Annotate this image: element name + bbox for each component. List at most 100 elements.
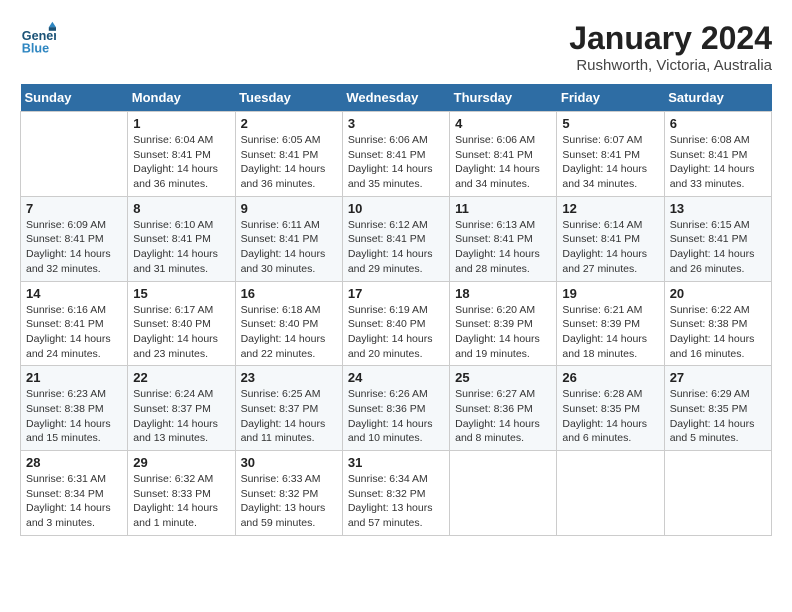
day-number: 12: [562, 201, 658, 216]
week-row-1: 1 Sunrise: 6:04 AM Sunset: 8:41 PM Daylig…: [21, 112, 772, 197]
day-number: 25: [455, 370, 551, 385]
day-cell: [450, 451, 557, 536]
day-number: 23: [241, 370, 337, 385]
day-number: 7: [26, 201, 122, 216]
day-number: 18: [455, 286, 551, 301]
day-info: Sunrise: 6:18 AM Sunset: 8:40 PM Dayligh…: [241, 303, 337, 362]
day-number: 22: [133, 370, 229, 385]
page-header: General Blue January 2024 Rushworth, Vic…: [20, 20, 772, 74]
day-info: Sunrise: 6:06 AM Sunset: 8:41 PM Dayligh…: [455, 133, 551, 192]
day-info: Sunrise: 6:16 AM Sunset: 8:41 PM Dayligh…: [26, 303, 122, 362]
day-info: Sunrise: 6:22 AM Sunset: 8:38 PM Dayligh…: [670, 303, 766, 362]
calendar-table: SundayMondayTuesdayWednesdayThursdayFrid…: [20, 84, 772, 536]
day-cell: 31Sunrise: 6:34 AM Sunset: 8:32 PM Dayli…: [342, 451, 449, 536]
day-info: Sunrise: 6:34 AM Sunset: 8:32 PM Dayligh…: [348, 472, 444, 531]
day-number: 4: [455, 116, 551, 131]
day-number: 1: [133, 116, 229, 131]
logo-icon: General Blue: [20, 20, 56, 56]
day-info: Sunrise: 6:28 AM Sunset: 8:35 PM Dayligh…: [562, 387, 658, 446]
day-info: Sunrise: 6:33 AM Sunset: 8:32 PM Dayligh…: [241, 472, 337, 531]
day-number: 10: [348, 201, 444, 216]
day-info: Sunrise: 6:21 AM Sunset: 8:39 PM Dayligh…: [562, 303, 658, 362]
day-cell: 21Sunrise: 6:23 AM Sunset: 8:38 PM Dayli…: [21, 366, 128, 451]
day-info: Sunrise: 6:14 AM Sunset: 8:41 PM Dayligh…: [562, 218, 658, 277]
day-cell: 27Sunrise: 6:29 AM Sunset: 8:35 PM Dayli…: [664, 366, 771, 451]
day-info: Sunrise: 6:09 AM Sunset: 8:41 PM Dayligh…: [26, 218, 122, 277]
weekday-header-wednesday: Wednesday: [342, 84, 449, 112]
day-cell: [557, 451, 664, 536]
title-block: January 2024 Rushworth, Victoria, Austra…: [569, 20, 772, 74]
day-number: 16: [241, 286, 337, 301]
day-number: 13: [670, 201, 766, 216]
day-info: Sunrise: 6:11 AM Sunset: 8:41 PM Dayligh…: [241, 218, 337, 277]
day-info: Sunrise: 6:10 AM Sunset: 8:41 PM Dayligh…: [133, 218, 229, 277]
day-info: Sunrise: 6:04 AM Sunset: 8:41 PM Dayligh…: [133, 133, 229, 192]
day-number: 19: [562, 286, 658, 301]
day-number: 15: [133, 286, 229, 301]
day-number: 28: [26, 455, 122, 470]
day-number: 5: [562, 116, 658, 131]
day-cell: 25Sunrise: 6:27 AM Sunset: 8:36 PM Dayli…: [450, 366, 557, 451]
week-row-5: 28 Sunrise: 6:31 AM Sunset: 8:34 PM Dayli…: [21, 451, 772, 536]
day-info: Sunrise: 6:32 AM Sunset: 8:33 PM Dayligh…: [133, 472, 229, 531]
subtitle: Rushworth, Victoria, Australia: [569, 57, 772, 74]
week-row-3: 14 Sunrise: 6:16 AM Sunset: 8:41 PM Dayli…: [21, 281, 772, 366]
day-number: 9: [241, 201, 337, 216]
day-number: 20: [670, 286, 766, 301]
day-info: Sunrise: 6:20 AM Sunset: 8:39 PM Dayligh…: [455, 303, 551, 362]
day-cell: 19 Sunrise: 6:21 AM Sunset: 8:39 PM Dayli…: [557, 281, 664, 366]
day-cell: 6Sunrise: 6:08 AM Sunset: 8:41 PM Daylig…: [664, 112, 771, 197]
day-info: Sunrise: 6:19 AM Sunset: 8:40 PM Dayligh…: [348, 303, 444, 362]
day-cell: 16 Sunrise: 6:18 AM Sunset: 8:40 PM Dayli…: [235, 281, 342, 366]
day-info: Sunrise: 6:12 AM Sunset: 8:41 PM Dayligh…: [348, 218, 444, 277]
day-info: Sunrise: 6:24 AM Sunset: 8:37 PM Dayligh…: [133, 387, 229, 446]
day-cell: 28 Sunrise: 6:31 AM Sunset: 8:34 PM Dayli…: [21, 451, 128, 536]
day-number: 21: [26, 370, 122, 385]
day-number: 3: [348, 116, 444, 131]
weekday-header-thursday: Thursday: [450, 84, 557, 112]
day-number: 14: [26, 286, 122, 301]
day-number: 6: [670, 116, 766, 131]
day-info: Sunrise: 6:29 AM Sunset: 8:35 PM Dayligh…: [670, 387, 766, 446]
weekday-header-saturday: Saturday: [664, 84, 771, 112]
day-cell: 20 Sunrise: 6:22 AM Sunset: 8:38 PM Dayli…: [664, 281, 771, 366]
day-number: 2: [241, 116, 337, 131]
day-cell: 5 Sunrise: 6:07 AM Sunset: 8:41 PM Daylig…: [557, 112, 664, 197]
day-cell: 9 Sunrise: 6:11 AM Sunset: 8:41 PM Daylig…: [235, 196, 342, 281]
day-cell: [664, 451, 771, 536]
day-cell: 10 Sunrise: 6:12 AM Sunset: 8:41 PM Dayli…: [342, 196, 449, 281]
day-cell: 18 Sunrise: 6:20 AM Sunset: 8:39 PM Dayli…: [450, 281, 557, 366]
weekday-header-row: SundayMondayTuesdayWednesdayThursdayFrid…: [21, 84, 772, 112]
day-info: Sunrise: 6:15 AM Sunset: 8:41 PM Dayligh…: [670, 218, 766, 277]
day-cell: 24Sunrise: 6:26 AM Sunset: 8:36 PM Dayli…: [342, 366, 449, 451]
day-number: 11: [455, 201, 551, 216]
weekday-header-tuesday: Tuesday: [235, 84, 342, 112]
day-number: 17: [348, 286, 444, 301]
day-cell: 29Sunrise: 6:32 AM Sunset: 8:33 PM Dayli…: [128, 451, 235, 536]
day-number: 8: [133, 201, 229, 216]
weekday-header-sunday: Sunday: [21, 84, 128, 112]
day-cell: 12 Sunrise: 6:14 AM Sunset: 8:41 PM Dayli…: [557, 196, 664, 281]
day-cell: 8 Sunrise: 6:10 AM Sunset: 8:41 PM Daylig…: [128, 196, 235, 281]
day-info: Sunrise: 6:25 AM Sunset: 8:37 PM Dayligh…: [241, 387, 337, 446]
day-cell: 15Sunrise: 6:17 AM Sunset: 8:40 PM Dayli…: [128, 281, 235, 366]
week-row-4: 21Sunrise: 6:23 AM Sunset: 8:38 PM Dayli…: [21, 366, 772, 451]
day-info: Sunrise: 6:06 AM Sunset: 8:41 PM Dayligh…: [348, 133, 444, 192]
week-row-2: 7 Sunrise: 6:09 AM Sunset: 8:41 PM Daylig…: [21, 196, 772, 281]
day-cell: 23 Sunrise: 6:25 AM Sunset: 8:37 PM Dayli…: [235, 366, 342, 451]
day-number: 30: [241, 455, 337, 470]
svg-text:Blue: Blue: [22, 41, 49, 55]
day-cell: 4 Sunrise: 6:06 AM Sunset: 8:41 PM Daylig…: [450, 112, 557, 197]
weekday-header-friday: Friday: [557, 84, 664, 112]
day-cell: 1 Sunrise: 6:04 AM Sunset: 8:41 PM Daylig…: [128, 112, 235, 197]
day-info: Sunrise: 6:07 AM Sunset: 8:41 PM Dayligh…: [562, 133, 658, 192]
day-info: Sunrise: 6:31 AM Sunset: 8:34 PM Dayligh…: [26, 472, 122, 531]
day-cell: 3 Sunrise: 6:06 AM Sunset: 8:41 PM Daylig…: [342, 112, 449, 197]
day-cell: 13 Sunrise: 6:15 AM Sunset: 8:41 PM Dayli…: [664, 196, 771, 281]
day-info: Sunrise: 6:05 AM Sunset: 8:41 PM Dayligh…: [241, 133, 337, 192]
day-cell: 26Sunrise: 6:28 AM Sunset: 8:35 PM Dayli…: [557, 366, 664, 451]
day-cell: 22 Sunrise: 6:24 AM Sunset: 8:37 PM Dayli…: [128, 366, 235, 451]
day-cell: 30 Sunrise: 6:33 AM Sunset: 8:32 PM Dayli…: [235, 451, 342, 536]
logo: General Blue: [20, 20, 56, 56]
day-cell: 7 Sunrise: 6:09 AM Sunset: 8:41 PM Daylig…: [21, 196, 128, 281]
